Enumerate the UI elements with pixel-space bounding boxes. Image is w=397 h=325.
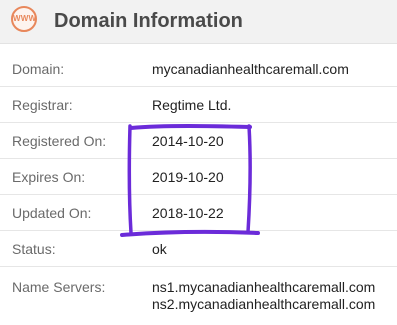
info-row-status: Status: ok	[0, 231, 397, 267]
info-row-name-servers: Name Servers: ns1.mycanadianhealthcarema…	[0, 267, 397, 317]
row-label: Updated On:	[12, 205, 92, 221]
www-globe-icon: WWW	[11, 6, 37, 32]
row-label: Expires On:	[12, 169, 86, 185]
info-row-registrar: Registrar: Regtime Ltd.	[0, 87, 397, 123]
row-value: ok	[152, 241, 167, 257]
panel-header: WWW Domain Information	[0, 0, 397, 44]
info-row-expires-on: Expires On: 2019-10-20	[0, 159, 397, 195]
row-value: 2019-10-20	[152, 169, 224, 185]
info-row-updated-on: Updated On: 2018-10-22	[0, 195, 397, 231]
row-label: Status:	[12, 241, 56, 257]
panel-title: Domain Information	[54, 10, 243, 32]
row-label: Registered On:	[12, 133, 107, 149]
info-row-registered-on: Registered On: 2014-10-20	[0, 123, 397, 159]
row-value: mycanadianhealthcaremall.com	[152, 61, 349, 77]
row-value: 2018-10-22	[152, 205, 224, 221]
name-server-item: ns2.mycanadianhealthcaremall.com	[152, 296, 376, 312]
info-row-domain: Domain: mycanadianhealthcaremall.com	[0, 51, 397, 87]
row-value: Regtime Ltd.	[152, 97, 232, 113]
name-server-list: ns1.mycanadianhealthcaremall.com ns2.myc…	[152, 279, 375, 313]
row-label: Domain:	[12, 61, 65, 77]
domain-information-panel: WWW Domain Information Domain: mycanadia…	[0, 0, 397, 325]
name-server-item: ns1.mycanadianhealthcaremall.com	[152, 279, 376, 295]
row-label: Registrar:	[12, 97, 73, 113]
domain-info-table: Domain: mycanadianhealthcaremall.com Reg…	[0, 51, 397, 317]
row-label: Name Servers:	[12, 279, 106, 295]
row-value: 2014-10-20	[152, 133, 224, 149]
